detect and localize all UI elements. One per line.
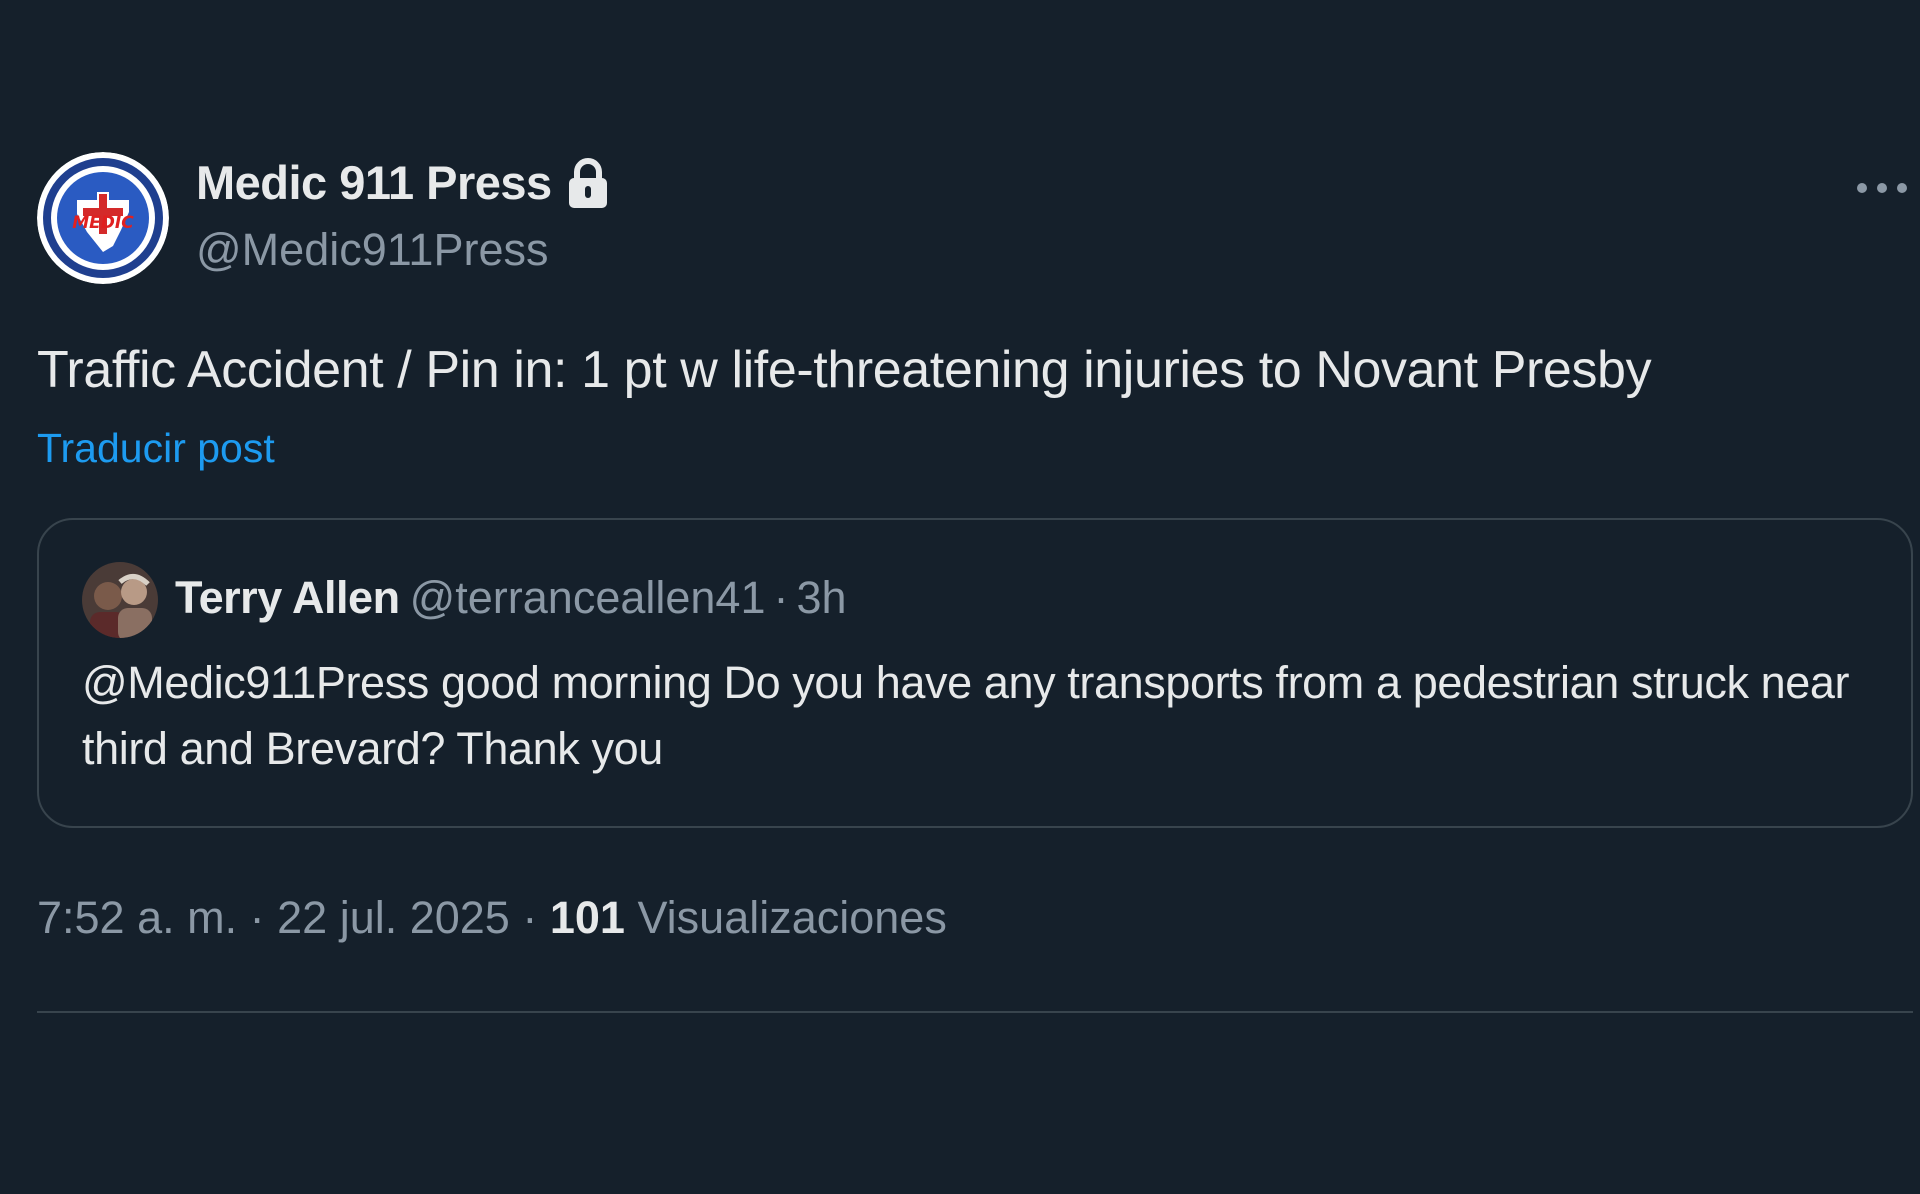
more-horizontal-icon <box>1857 183 1907 193</box>
more-options-button[interactable] <box>1852 168 1912 208</box>
author-avatar[interactable]: MEDIC <box>37 152 169 284</box>
quote-header: Terry Allen @terranceallen41 · 3h <box>175 572 847 624</box>
author-name-text[interactable]: Medic 911 Press <box>196 155 552 210</box>
quote-author-handle[interactable]: @terranceallen41 <box>410 572 766 623</box>
views-label[interactable]: Visualizaciones <box>637 892 946 943</box>
tweet-meta: 7:52 a. m. · 22 jul. 2025 · 101 Visualiz… <box>37 892 947 944</box>
quote-author-name[interactable]: Terry Allen <box>175 572 400 623</box>
author-name[interactable]: Medic 911 Press <box>196 155 610 210</box>
tweet: MEDIC Medic 911 Press @Medic911Press Tra… <box>0 0 1920 1194</box>
meta-separator: · <box>249 892 265 943</box>
quoted-tweet[interactable]: Terry Allen @terranceallen41 · 3h @Medic911… <box>37 518 1913 828</box>
divider <box>37 1011 1913 1013</box>
quote-timestamp[interactable]: 3h <box>796 572 846 623</box>
author-handle[interactable]: @Medic911Press <box>196 224 549 276</box>
meta-separator: · <box>522 892 538 943</box>
tweet-date[interactable]: 22 jul. 2025 <box>277 892 510 943</box>
avatar-logo-text: MEDIC <box>72 213 134 233</box>
lock-icon <box>566 156 610 210</box>
tweet-time[interactable]: 7:52 a. m. <box>37 892 237 943</box>
quote-text: @Medic911Press good morning Do you have … <box>82 657 1850 774</box>
quote-author-avatar[interactable] <box>82 562 158 638</box>
tweet-text: Traffic Accident / Pin in: 1 pt w life-t… <box>37 341 1652 399</box>
translate-post-link[interactable]: Traducir post <box>37 425 275 472</box>
views-count[interactable]: 101 <box>550 892 625 943</box>
quote-separator: · <box>773 572 789 623</box>
